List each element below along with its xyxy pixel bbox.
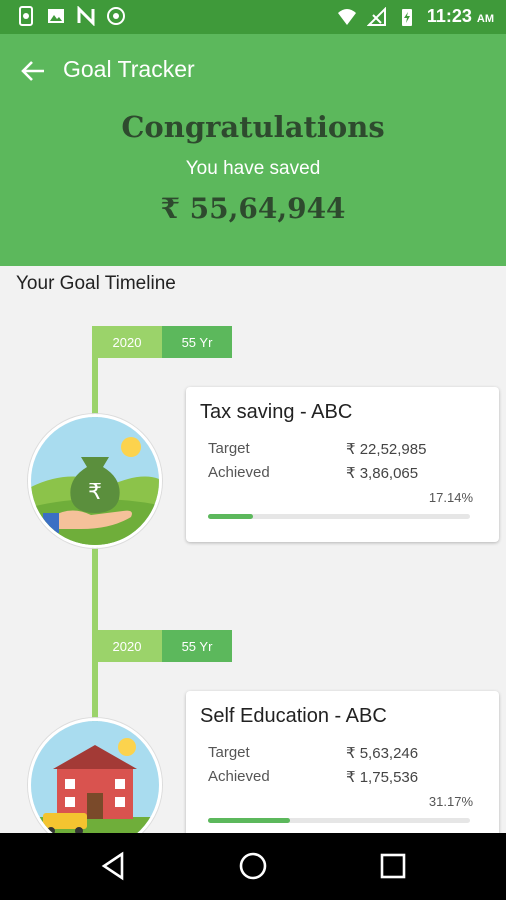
gallery-icon [48,9,64,23]
goal-year-tag: 2020 55 Yr [92,630,232,662]
target-label: Target [208,440,250,457]
phone-notification-icon [19,6,33,26]
timeline-heading: Your Goal Timeline [16,273,176,294]
back-nav-icon[interactable] [96,849,130,883]
progress-fill [208,818,290,823]
svg-text:₹: ₹ [88,480,102,505]
chrome-icon [107,7,125,25]
achieved-label: Achieved [208,768,270,785]
target-value: ₹ 5,63,246 [346,745,419,762]
progress-percent: 17.14% [428,490,473,505]
no-signal-icon [366,6,386,26]
clock: 11:23 AM [426,6,494,26]
goal-title: Self Education - ABC [200,705,387,727]
goal-year: 2020 [92,630,162,662]
progress-fill [208,514,253,519]
wifi-icon [337,8,356,25]
home-nav-icon[interactable] [236,849,270,883]
battery-charging-icon [401,8,412,26]
achieved-value: ₹ 1,75,536 [346,769,419,786]
target-value: ₹ 22,52,985 [346,441,427,458]
recents-nav-icon[interactable] [376,849,410,883]
goal-card[interactable]: Self Education - ABC Target ₹ 5,63,246 A… [186,691,499,846]
target-label: Target [208,744,250,761]
progress-bar [208,818,470,823]
app-header: Goal Tracker Congratulations You have sa… [0,34,506,266]
goal-card[interactable]: Tax saving - ABC Target ₹ 22,52,985 Achi… [186,387,499,542]
saved-amount: ₹ 55,64,944 [160,192,346,225]
goal-duration: 55 Yr [162,630,232,662]
progress-bar [208,514,470,519]
achieved-value: ₹ 3,86,065 [346,465,419,482]
school-building-icon [28,718,162,852]
status-bar: 11:23 AM [0,0,506,34]
page-title: Goal Tracker [63,56,195,82]
goal-duration: 55 Yr [162,326,232,358]
goal-title: Tax saving - ABC [200,401,353,423]
saved-label: You have saved [185,158,321,179]
money-bag-hand-icon: ₹ [28,414,162,548]
congratulations-heading: Congratulations [121,110,385,144]
back-arrow-icon[interactable] [20,58,46,84]
progress-percent: 31.17% [428,794,473,809]
goal-year: 2020 [92,326,162,358]
n-app-icon [77,6,95,26]
achieved-label: Achieved [208,464,270,481]
goal-year-tag: 2020 55 Yr [92,326,232,358]
system-navigation-bar [0,833,506,900]
